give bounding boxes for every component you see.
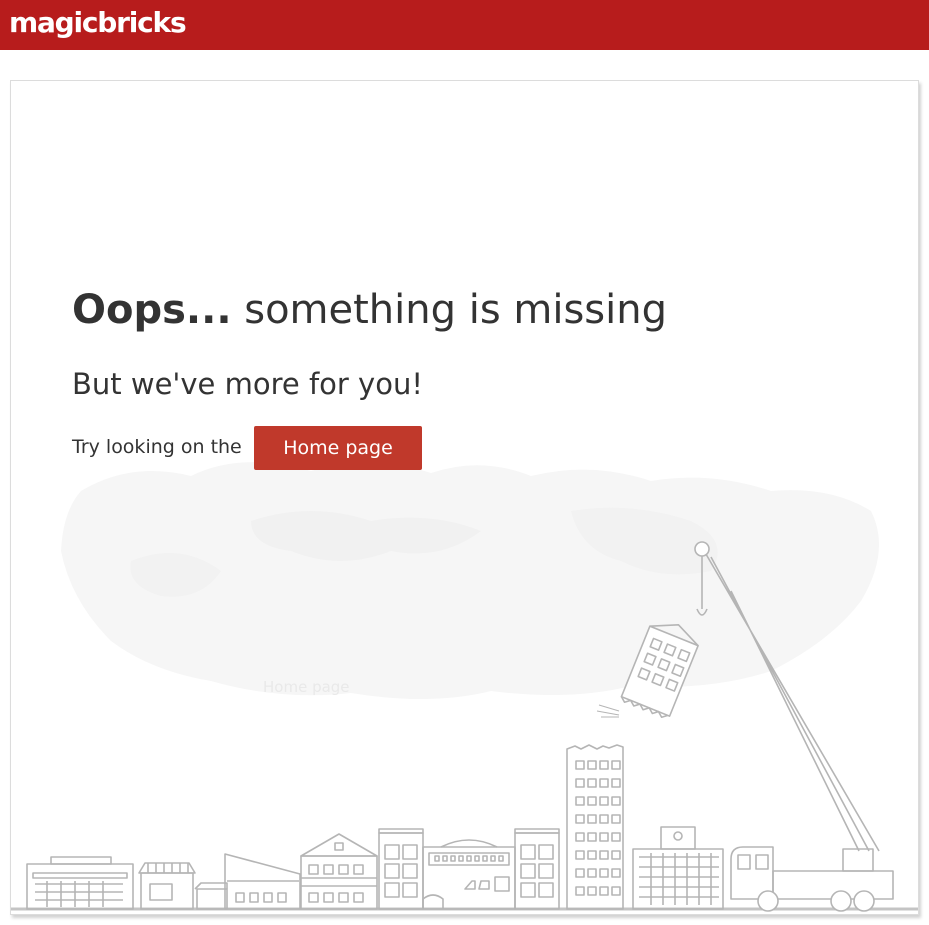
magicbricks-logo[interactable]: magicbricks bbox=[9, 6, 187, 39]
error-card: Home page Oops... something is missing B… bbox=[10, 80, 919, 915]
top-header-bar: magicbricks bbox=[0, 0, 929, 50]
city-skyline-with-crane-icon bbox=[11, 541, 918, 912]
